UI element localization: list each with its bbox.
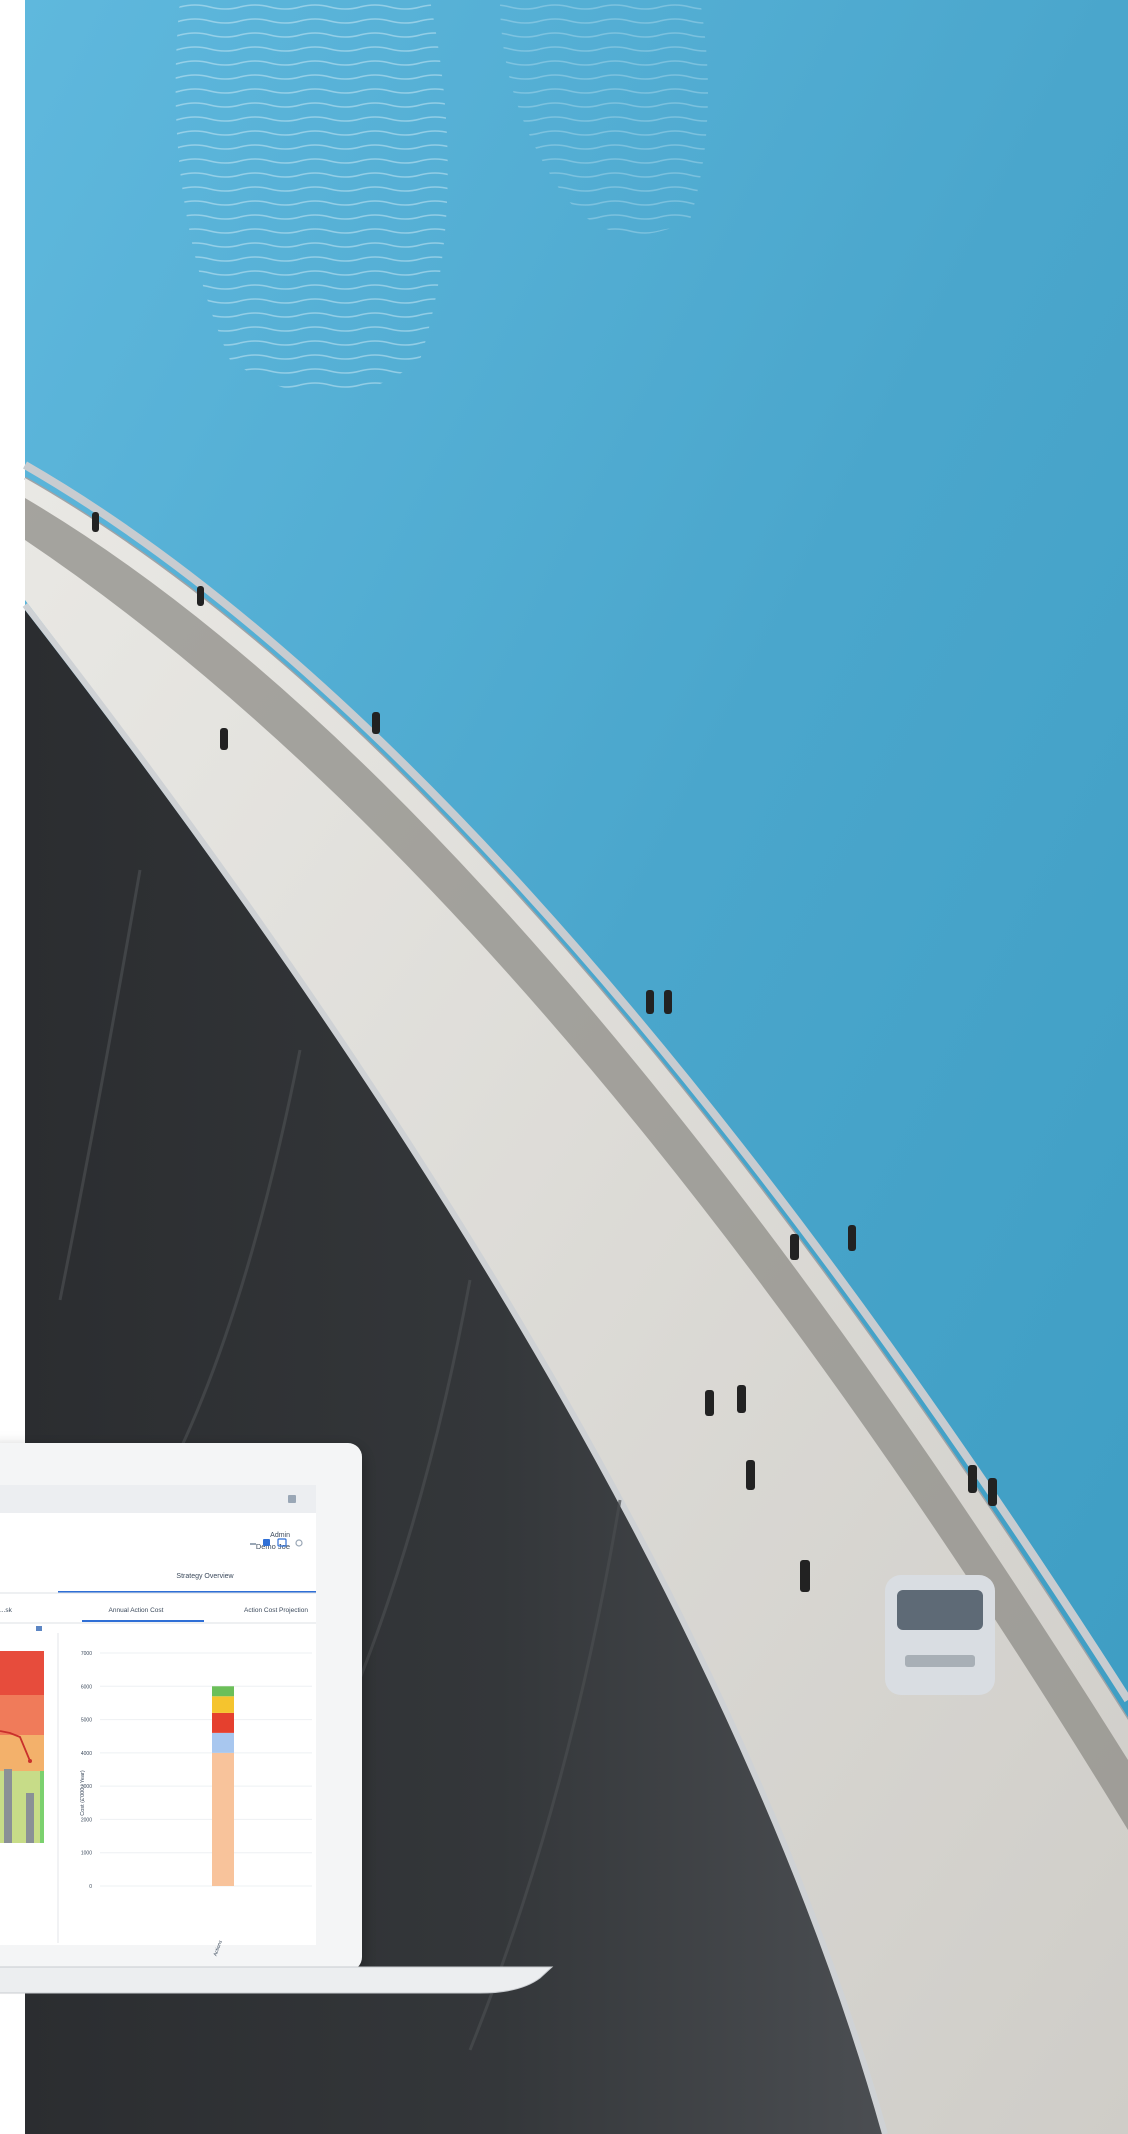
y-tick-label: 7000 [81,1651,92,1657]
y-tick-label: 2000 [81,1817,92,1823]
app-topbar [0,1485,316,1513]
y-tick-label: 6000 [81,1684,92,1690]
y-tick-label: 0 [89,1884,92,1890]
tab-active-underline [82,1620,204,1622]
bar-segment[interactable] [212,1696,234,1713]
save-icon[interactable] [263,1539,270,1546]
risk-bar [4,1769,12,1843]
bar-segment[interactable] [212,1686,234,1697]
tab-risk[interactable]: ...sk [0,1607,13,1614]
tab-action-cost-projection[interactable]: Action Cost Projection [244,1607,308,1614]
bar-segment[interactable] [212,1712,234,1733]
risk-bar [26,1793,34,1843]
tab-group-title: Strategy Overview [176,1573,234,1580]
van [885,1575,995,1695]
laptop-mockup: Admin Demo Joe Strategy Overview ...sk A… [0,1443,554,1994]
bar-segment[interactable] [212,1732,234,1753]
bar-segment[interactable] [212,1752,234,1886]
y-tick-label: 5000 [81,1718,92,1724]
y-tick-label: 4000 [81,1751,92,1757]
filter-icon[interactable] [36,1626,42,1631]
user-role: Admin [270,1532,290,1539]
menu-icon[interactable] [250,1543,256,1545]
tab-annual-action-cost[interactable]: Annual Action Cost [109,1607,164,1614]
topbar-toggle-icon[interactable] [288,1495,296,1503]
laptop-base [0,1966,554,1994]
screen [0,1485,316,1945]
risk-matrix [0,1651,44,1843]
y-axis-title: Cost (£'000 / Year) [80,1770,86,1816]
y-tick-label: 1000 [81,1851,92,1857]
